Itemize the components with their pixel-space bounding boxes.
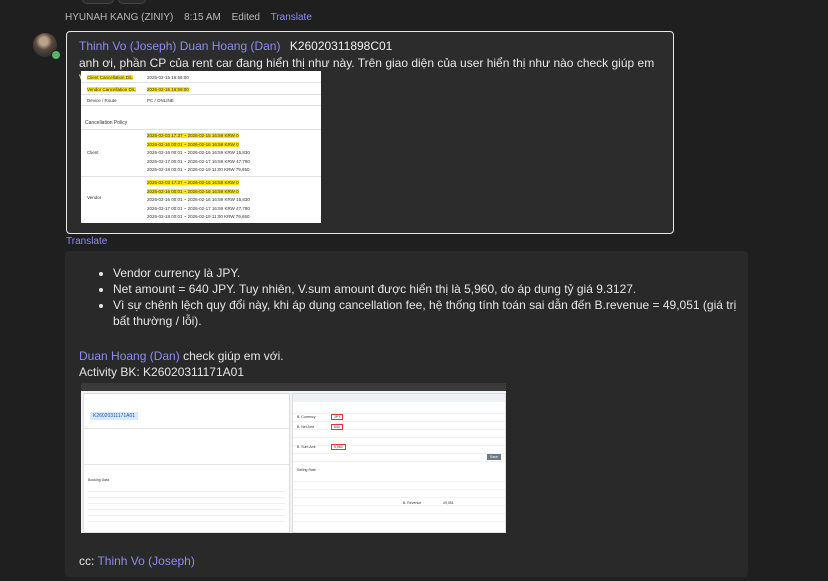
client-policy-rows: 2026-02-03 17:37 ~ 2026-02-15 16:59 KRW … bbox=[147, 133, 250, 172]
edited-label: Edited bbox=[231, 12, 260, 23]
currency-label: B. Currency bbox=[297, 415, 316, 419]
quoted-message-card[interactable]: Thinh Vo (Joseph) Duan Hoang (Dan) K2602… bbox=[66, 31, 674, 234]
booking-code: K26020311898C01 bbox=[289, 39, 393, 53]
vendor-policy-rows: 2026-02-03 17:37 ~ 2026-02-15 16:59 KRW … bbox=[147, 180, 250, 219]
booking-id: K26020311171A01 bbox=[90, 412, 139, 420]
selling-rate-title: Selling Rate bbox=[297, 468, 316, 472]
vendor-cancel-dl-label: Vendor Cancellation D/L bbox=[87, 87, 136, 92]
message-time: 8:15 AM bbox=[184, 12, 221, 23]
cancellation-policy-title: Cancellation Policy bbox=[85, 120, 128, 126]
activity-line: Activity BK: K26020311171A01 bbox=[79, 365, 244, 379]
bullet-item: Vendor currency là JPY. bbox=[113, 265, 753, 281]
device-route-label: Device / Route bbox=[87, 98, 117, 103]
client-label: Client bbox=[87, 150, 99, 155]
booking-screenshot[interactable]: K26020311171A01 Booking Data B. Currency… bbox=[81, 383, 506, 533]
bullet-item: Vì sự chênh lệch quy đổi này, khi áp dụn… bbox=[113, 297, 753, 329]
cc-line: cc: Thinh Vo (Joseph) bbox=[79, 554, 195, 568]
quote-mentions-line: Thinh Vo (Joseph) Duan Hoang (Dan) K2602… bbox=[79, 39, 392, 53]
client-cancel-dl-label: Client Cancellation D/L bbox=[87, 75, 133, 80]
message-bubble[interactable]: Vendor currency là JPY. Net amount = 640… bbox=[65, 251, 748, 577]
net-amt-label: B. Net Amt bbox=[297, 425, 314, 429]
vendor-cancel-dl-value: 2026-02-15 16:59:00 bbox=[147, 87, 189, 92]
mention-thinh-cc[interactable]: Thinh Vo (Joseph) bbox=[97, 554, 194, 568]
presence-indicator-icon bbox=[51, 50, 61, 60]
translate-link[interactable]: Translate bbox=[271, 12, 312, 23]
save-button[interactable]: Save bbox=[487, 454, 501, 460]
mention-thinh[interactable]: Thinh Vo (Joseph) bbox=[79, 39, 176, 53]
reaction-stub[interactable] bbox=[82, 0, 114, 4]
net-amt-value: 640 bbox=[331, 424, 343, 430]
mention-line: Duan Hoang (Dan) check giúp em với. bbox=[79, 349, 284, 363]
revenue-value: 49,051 bbox=[443, 501, 454, 505]
sum-amt-value: 5,960 bbox=[331, 444, 346, 450]
message-header: HYUNAH KANG (ZINIY) 8:15 AM Edited Trans… bbox=[65, 12, 320, 23]
vendor-label: Vendor bbox=[87, 195, 102, 200]
sum-amt-label: B. Sum Amt bbox=[297, 445, 316, 449]
currency-value: JPY bbox=[331, 414, 344, 420]
translate-link-2[interactable]: Translate bbox=[66, 236, 107, 247]
author-name[interactable]: HYUNAH KANG (ZINIY) bbox=[65, 12, 173, 23]
booking-data-title: Booking Data bbox=[88, 478, 110, 482]
device-route-value: PC / ONLINE bbox=[147, 98, 174, 103]
reaction-stub[interactable] bbox=[118, 0, 146, 4]
mention-duan[interactable]: Duan Hoang (Dan) bbox=[180, 39, 281, 53]
revenue-label: B. Revenue bbox=[403, 501, 422, 505]
mention-duan-2[interactable]: Duan Hoang (Dan) bbox=[79, 349, 180, 363]
bullet-list: Vendor currency là JPY. Net amount = 640… bbox=[85, 265, 753, 329]
bullet-item: Net amount = 640 JPY. Tuy nhiên, V.sum a… bbox=[113, 281, 753, 297]
cancellation-screenshot[interactable]: Client Cancellation D/L 2026-02-15 16:59… bbox=[81, 71, 321, 223]
client-cancel-dl-value: 2026-02-15 16:59:00 bbox=[147, 75, 189, 80]
